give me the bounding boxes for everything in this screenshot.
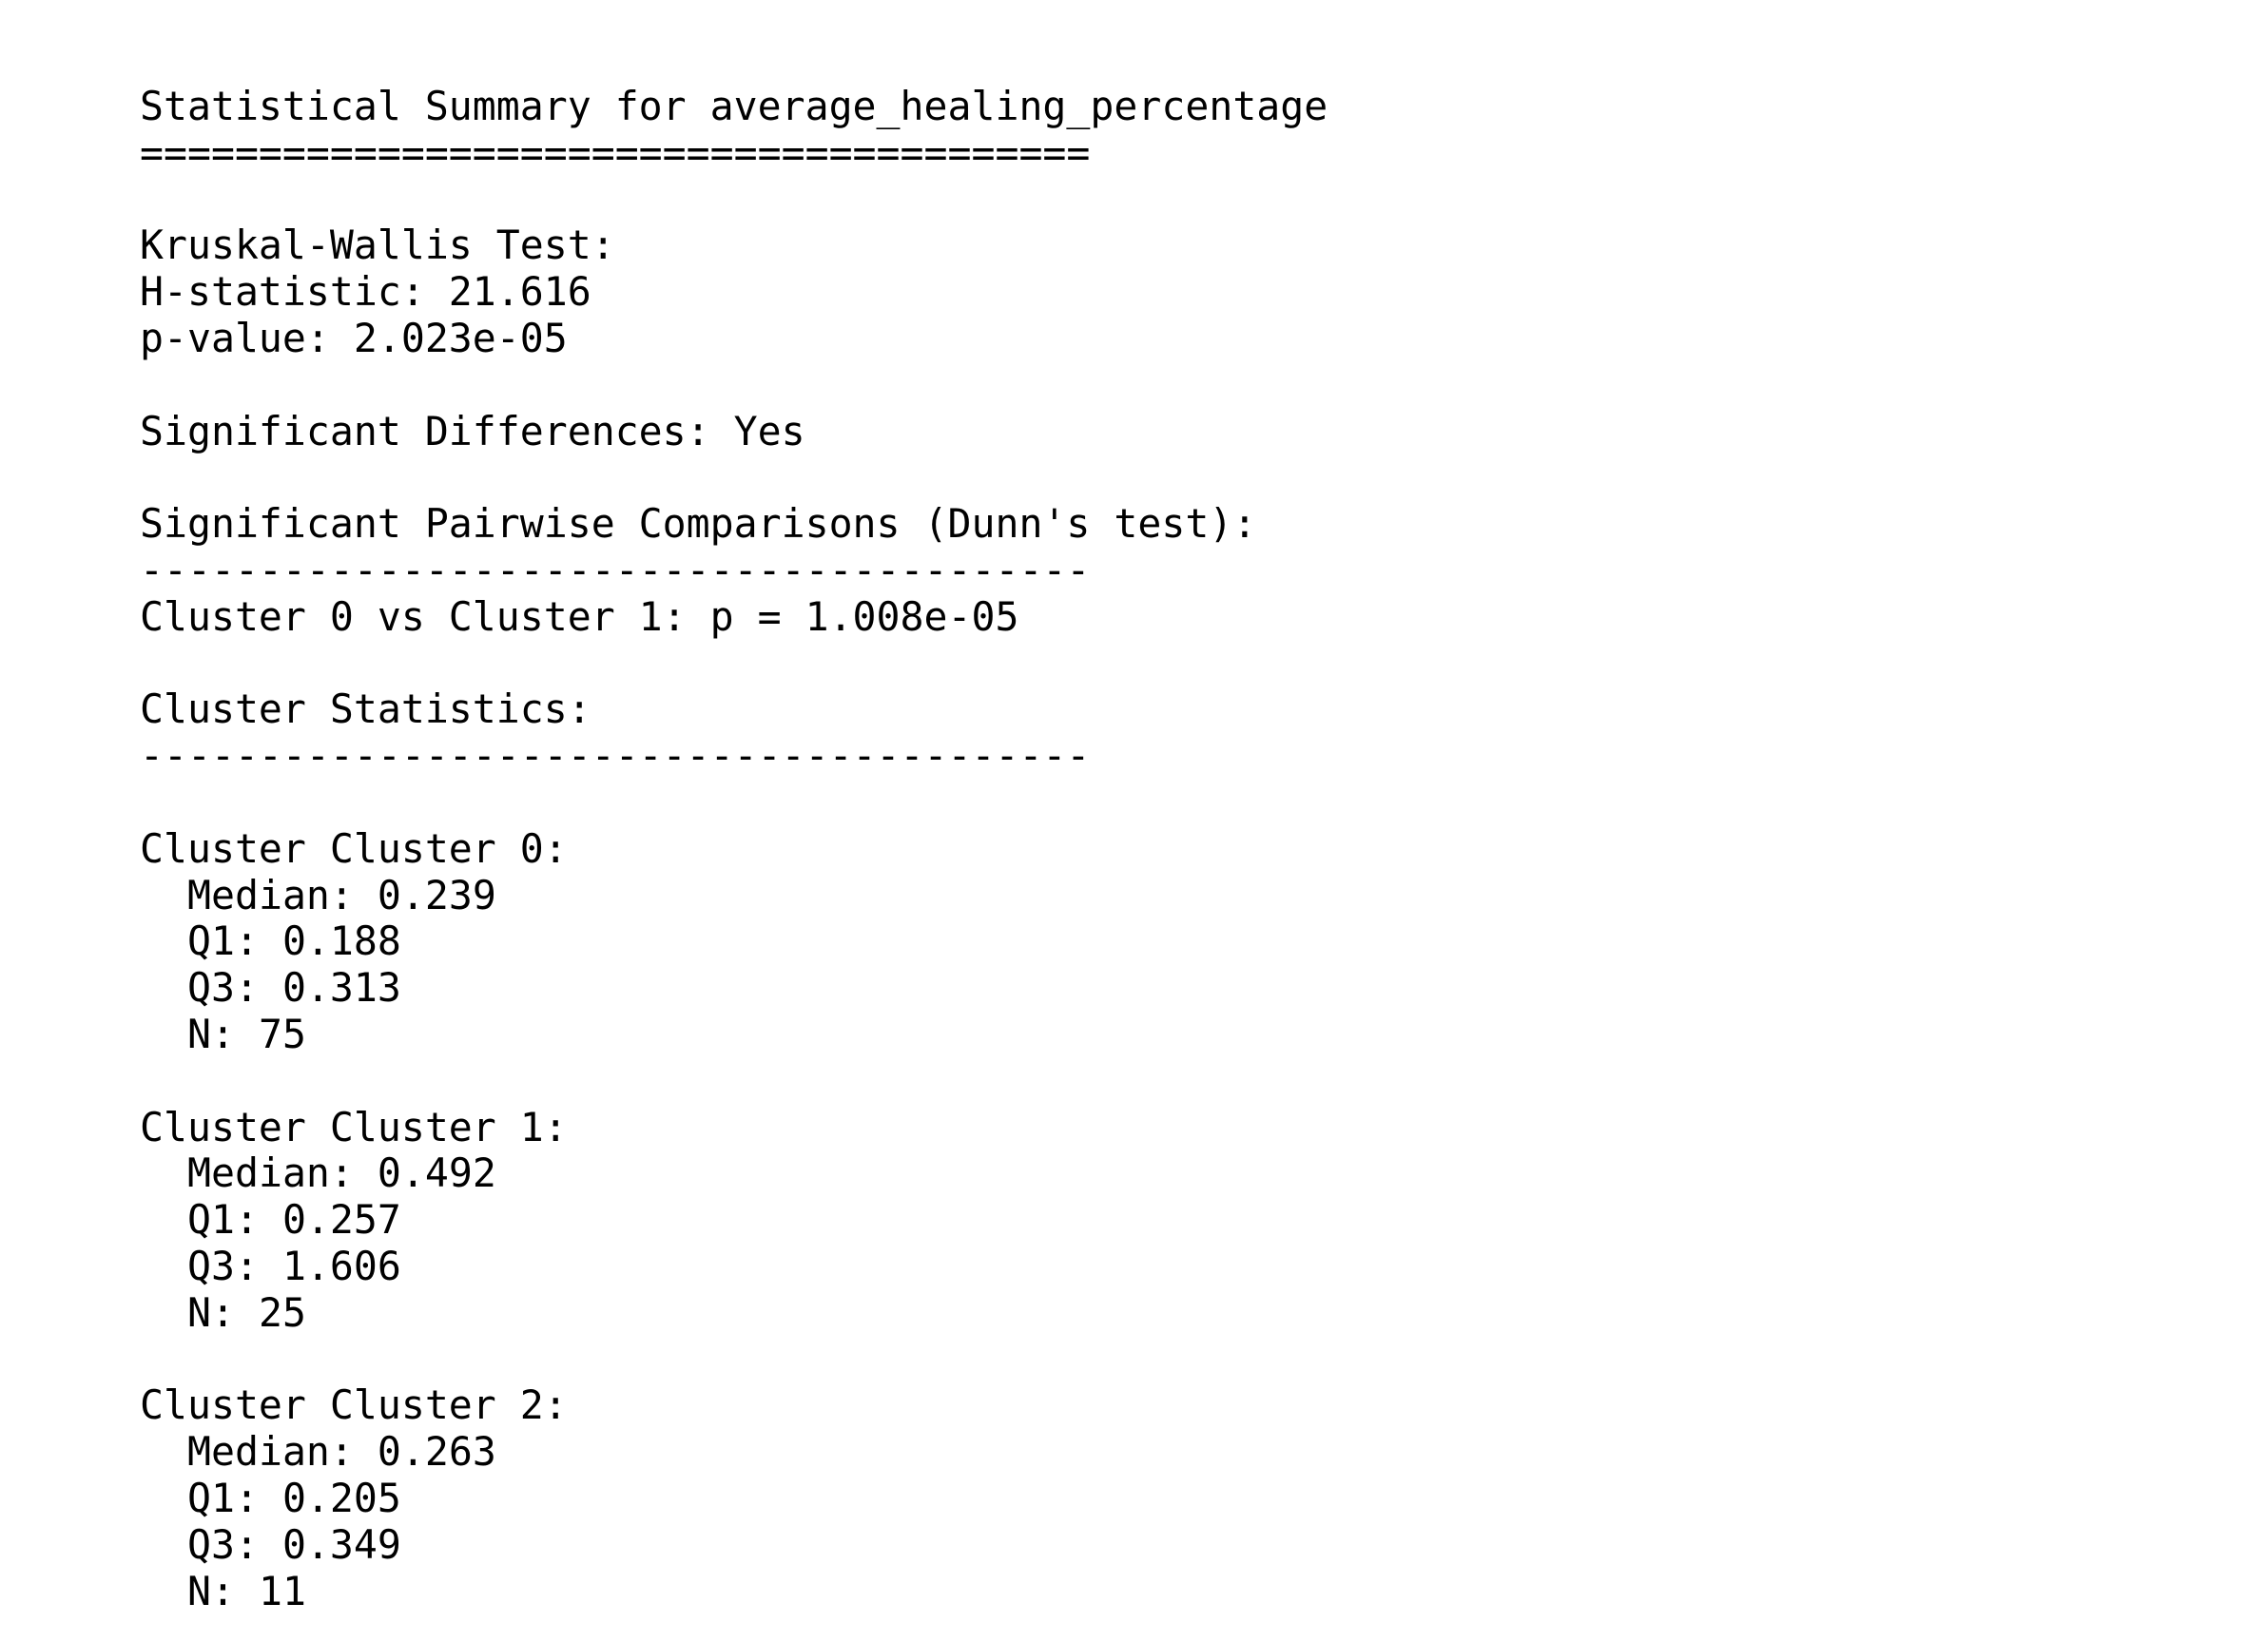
kruskal-wallis-section: Kruskal-Wallis Test: H-statistic: 21.616… [140, 222, 1328, 361]
pairwise-comparison: Cluster 0 vs Cluster 1: p = 1.008e-05 [140, 592, 1019, 640]
cluster-n: N: 25 [187, 1288, 306, 1336]
cluster-statistics-rule: ---------------------------------------- [140, 732, 1091, 780]
cluster-median: Median: 0.492 [187, 1149, 496, 1197]
cluster-q3: Q3: 0.349 [187, 1520, 401, 1568]
significance-result: Significant Differences: Yes [140, 407, 805, 454]
cluster-median: Median: 0.263 [187, 1428, 496, 1476]
cluster-n: N: 75 [187, 1010, 306, 1057]
cluster-name: Cluster Cluster 2: [140, 1381, 568, 1429]
pairwise-section: Significant Pairwise Comparisons (Dunn's… [140, 500, 1328, 640]
report-title: Statistical Summary for average_healing_… [140, 83, 1328, 129]
cluster-q1: Q1: 0.205 [187, 1474, 401, 1521]
cluster-statistics-section: Cluster Statistics: --------------------… [140, 686, 1328, 1614]
statistical-summary-report: Statistical Summary for average_healing_… [140, 83, 1328, 1614]
pairwise-heading: Significant Pairwise Comparisons (Dunn's… [140, 500, 1257, 548]
cluster-block-0: Cluster Cluster 0: Median: 0.239 Q1: 0.1… [140, 824, 1328, 1058]
cluster-block-2: Cluster Cluster 2: Median: 0.263 Q1: 0.2… [140, 1382, 1328, 1614]
cluster-name: Cluster Cluster 1: [140, 1103, 568, 1150]
cluster-q3: Q3: 1.606 [187, 1242, 401, 1289]
cluster-q1: Q1: 0.188 [187, 918, 401, 965]
cluster-q3: Q3: 0.313 [187, 964, 401, 1012]
cluster-median: Median: 0.239 [187, 871, 496, 918]
h-statistic: H-statistic: 21.616 [140, 268, 591, 316]
pairwise-rule: ---------------------------------------- [140, 546, 1091, 593]
p-value: p-value: 2.023e-05 [140, 314, 568, 361]
title-underline: ======================================== [140, 128, 1091, 176]
cluster-block-1: Cluster Cluster 1: Median: 0.492 Q1: 0.2… [140, 1103, 1328, 1337]
cluster-name: Cluster Cluster 0: [140, 824, 568, 872]
cluster-statistics-heading: Cluster Statistics: [140, 686, 591, 733]
cluster-n: N: 11 [187, 1567, 306, 1614]
cluster-q1: Q1: 0.257 [187, 1196, 401, 1244]
kruskal-wallis-heading: Kruskal-Wallis Test: [140, 222, 615, 269]
